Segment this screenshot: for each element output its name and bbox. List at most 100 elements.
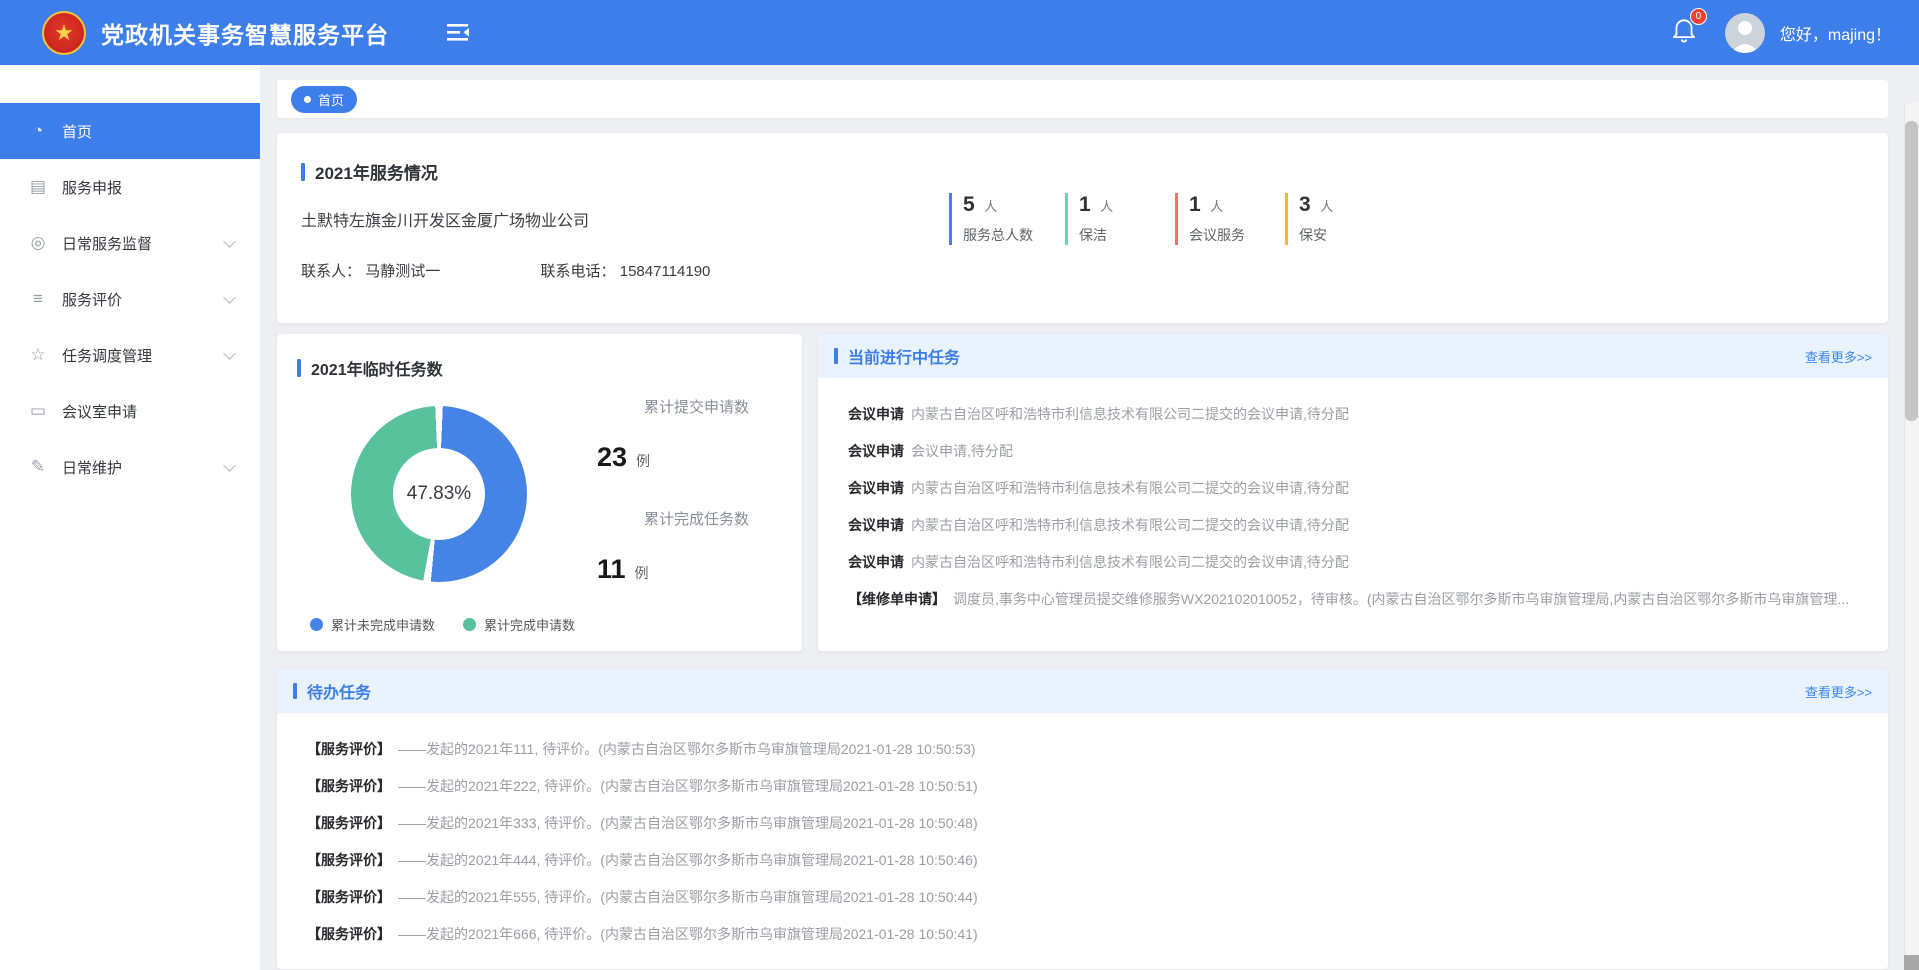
ongoing-task-row[interactable]: 会议申请 会议申请,待分配	[848, 432, 1870, 469]
submitted-label: 累计提交申请数	[577, 396, 749, 417]
chevron-down-icon	[223, 291, 236, 304]
task-tag: 会议申请	[848, 515, 904, 535]
user-greeting: 您好，majing！	[1780, 21, 1891, 45]
sidebar-item[interactable]: ▤ 服务申报	[0, 159, 260, 215]
ongoing-tasks-list: 会议申请 内蒙古自治区呼和浩特市利信息技术有限公司二提交的会议申请,待分配 会议…	[818, 378, 1888, 617]
task-text: 内蒙古自治区呼和浩特市利信息技术有限公司二提交的会议申请,待分配	[911, 404, 1349, 424]
stat-label: 会议服务	[1189, 225, 1253, 245]
chevron-down-icon	[223, 459, 236, 472]
vertical-scrollbar-thumb[interactable]	[1905, 121, 1918, 421]
todo-task-row[interactable]: 【服务评价】 ——发起的2021年444, 待评价。(内蒙古自治区鄂尔多斯市乌审…	[307, 841, 1870, 878]
temp-task-chart-title: 2021年临时任务数	[311, 356, 443, 380]
task-text: 调度员,事务中心管理员提交维修服务WX202102010052，待审核。(内蒙古…	[953, 589, 1849, 609]
ongoing-task-row[interactable]: 【维修单申请】 调度员,事务中心管理员提交维修服务WX202102010052，…	[848, 580, 1870, 617]
task-tag: 会议申请	[848, 404, 904, 424]
todo-task-row[interactable]: 【服务评价】 ——发起的2021年555, 待评价。(内蒙古自治区鄂尔多斯市乌审…	[307, 878, 1870, 915]
ongoing-tasks-more-link[interactable]: 查看更多>>	[1805, 347, 1872, 366]
sidebar-item-label: 日常服务监督	[62, 233, 152, 254]
stat-unit: 人	[1210, 199, 1223, 214]
stat-unit: 人	[1320, 199, 1333, 214]
scrollbar-corner	[1904, 955, 1919, 970]
sidebar-item[interactable]: ☆ 任务调度管理	[0, 327, 260, 383]
chevron-down-icon	[223, 235, 236, 248]
sidebar-item-label: 首页	[62, 121, 92, 142]
todo-task-row[interactable]: 【服务评价】 ——发起的2021年666, 待评价。(内蒙古自治区鄂尔多斯市乌审…	[307, 915, 1870, 952]
service-stats: 5 人 服务总人数 1 人 保洁 1 人	[949, 193, 1395, 245]
stat-unit: 人	[984, 199, 997, 214]
chart-legend: 累计未完成申请数 累计完成申请数	[310, 615, 603, 634]
breadcrumb-home-tab[interactable]: 首页	[291, 86, 357, 113]
ongoing-task-row[interactable]: 会议申请 内蒙古自治区呼和浩特市利信息技术有限公司二提交的会议申请,待分配	[848, 395, 1870, 432]
task-text: 内蒙古自治区呼和浩特市利信息技术有限公司二提交的会议申请,待分配	[911, 515, 1349, 535]
donut-chart: 47.83%	[351, 406, 527, 582]
task-text: ——发起的2021年555, 待评价。(内蒙古自治区鄂尔多斯市乌审旗管理局202…	[398, 887, 978, 907]
sidebar-item-label: 日常维护	[62, 457, 122, 478]
stat-value: 1	[1079, 193, 1091, 216]
ongoing-tasks-title: 当前进行中任务	[848, 344, 960, 368]
app-title: 党政机关事务智慧服务平台	[101, 16, 389, 50]
ongoing-task-row[interactable]: 会议申请 内蒙古自治区呼和浩特市利信息技术有限公司二提交的会议申请,待分配	[848, 469, 1870, 506]
temp-task-chart-card: 2021年临时任务数 47.83% 累计提交申请数 23例 累计完成任务数 11…	[277, 334, 802, 651]
national-emblem-logo: ★	[42, 11, 86, 55]
board-icon: ▭	[27, 401, 49, 421]
task-tag: 【服务评价】	[307, 850, 391, 870]
task-tag: 【服务评价】	[307, 776, 391, 796]
todo-task-row[interactable]: 【服务评价】 ——发起的2021年222, 待评价。(内蒙古自治区鄂尔多斯市乌审…	[307, 767, 1870, 804]
stat-value: 5	[963, 193, 975, 216]
ongoing-task-row[interactable]: 会议申请 内蒙古自治区呼和浩特市利信息技术有限公司二提交的会议申请,待分配	[848, 543, 1870, 580]
stat-item: 1 人 保洁	[1065, 193, 1143, 245]
task-tag: 会议申请	[848, 478, 904, 498]
task-text: ——发起的2021年111, 待评价。(内蒙古自治区鄂尔多斯市乌审旗管理局202…	[398, 739, 976, 759]
collapse-menu-icon	[447, 23, 470, 42]
star-icon: ☆	[27, 345, 49, 365]
service-overview-card: 2021年服务情况 土默特左旗金川开发区金厦广场物业公司 联系人： 马静测试一 …	[277, 133, 1888, 323]
sidebar-collapse-button[interactable]	[447, 23, 470, 42]
task-text: ——发起的2021年444, 待评价。(内蒙古自治区鄂尔多斯市乌审旗管理局202…	[398, 850, 978, 870]
maintenance-icon: ✎	[27, 457, 49, 477]
sliders-icon: ≡	[27, 289, 49, 309]
sidebar-item-label: 任务调度管理	[62, 345, 152, 366]
task-tag: 会议申请	[848, 441, 904, 461]
monitor-icon: ◎	[27, 233, 49, 253]
legend-dot-icon	[463, 618, 476, 631]
notification-button[interactable]: 0	[1671, 16, 1697, 49]
legend-item: 累计完成申请数	[463, 615, 575, 634]
avatar[interactable]	[1725, 13, 1765, 53]
sidebar-item[interactable]: ▭ 会议室申请	[0, 383, 260, 439]
service-overview-title: 2021年服务情况	[315, 159, 438, 184]
user-icon	[1725, 13, 1765, 53]
vertical-scrollbar-track[interactable]	[1904, 103, 1919, 970]
completed-unit: 例	[635, 565, 649, 581]
legend-item: 累计未完成申请数	[310, 615, 435, 634]
legend-dot-icon	[310, 618, 323, 631]
emblem-star-icon: ★	[54, 22, 74, 44]
sidebar-item[interactable]: ✎ 日常维护	[0, 439, 260, 495]
stat-label: 保洁	[1079, 225, 1143, 245]
ongoing-task-row[interactable]: 会议申请 内蒙古自治区呼和浩特市利信息技术有限公司二提交的会议申请,待分配	[848, 506, 1870, 543]
form-icon: ▤	[27, 177, 49, 197]
stat-unit: 人	[1100, 199, 1113, 214]
stat-label: 服务总人数	[963, 225, 1033, 245]
stat-item: 1 人 会议服务	[1175, 193, 1253, 245]
ongoing-tasks-header: 当前进行中任务 查看更多>>	[818, 334, 1888, 378]
sidebar-item[interactable]: ≡ 服务评价	[0, 271, 260, 327]
todo-task-row[interactable]: 【服务评价】 ——发起的2021年111, 待评价。(内蒙古自治区鄂尔多斯市乌审…	[307, 730, 1870, 767]
chevron-down-icon	[223, 347, 236, 360]
todo-tasks-title: 待办任务	[307, 679, 371, 703]
notification-badge: 0	[1690, 8, 1707, 25]
sidebar-item-label: 会议室申请	[62, 401, 137, 422]
sidebar-item[interactable]: ◔ 首页	[0, 103, 260, 159]
sidebar-item[interactable]: ◎ 日常服务监督	[0, 215, 260, 271]
todo-tasks-header: 待办任务 查看更多>>	[277, 669, 1888, 713]
contact-label: 联系人：	[301, 263, 361, 280]
sidebar-item-label: 服务申报	[62, 177, 122, 198]
completed-label: 累计完成任务数	[577, 508, 749, 529]
legend-label: 累计完成申请数	[484, 615, 575, 634]
dot-icon	[304, 96, 311, 103]
stat-item: 5 人 服务总人数	[949, 193, 1033, 245]
sidebar-item-label: 服务评价	[62, 289, 122, 310]
todo-tasks-more-link[interactable]: 查看更多>>	[1805, 682, 1872, 701]
phone-label: 联系电话：	[541, 263, 616, 280]
todo-task-row[interactable]: 【服务评价】 ——发起的2021年333, 待评价。(内蒙古自治区鄂尔多斯市乌审…	[307, 804, 1870, 841]
task-tag: 【服务评价】	[307, 813, 391, 833]
